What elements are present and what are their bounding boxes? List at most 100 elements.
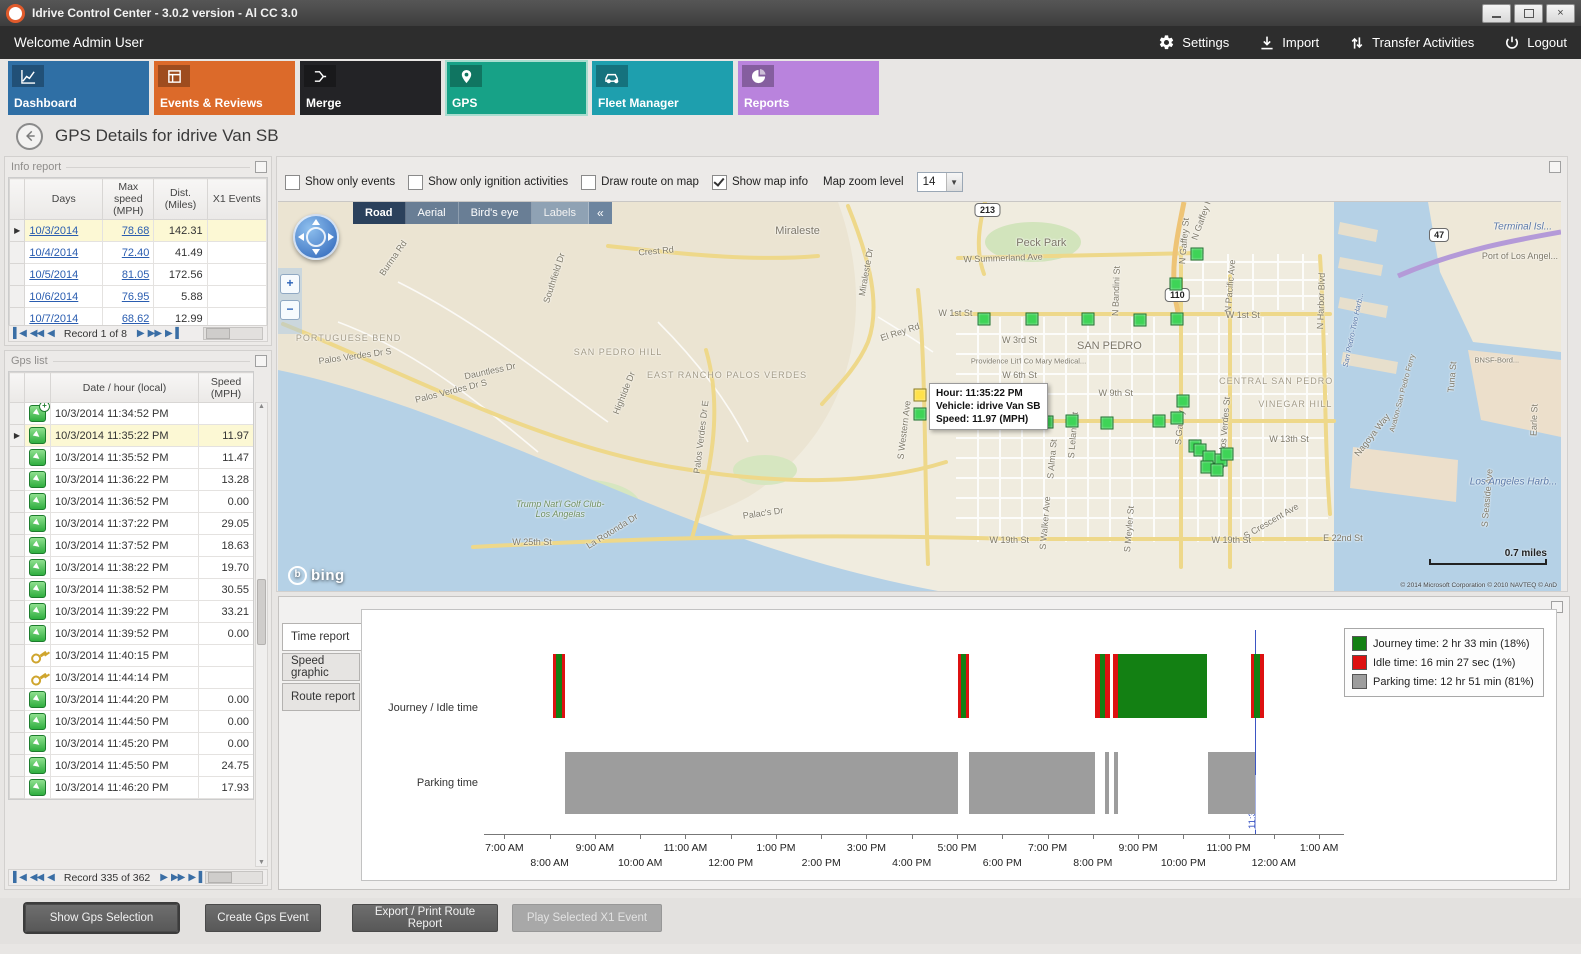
map-zoom-select[interactable]: 14▼ xyxy=(917,172,963,192)
compass-center[interactable] xyxy=(306,227,326,247)
tab-route-report[interactable]: Route report xyxy=(282,683,360,711)
selected-gps-marker[interactable] xyxy=(913,388,926,401)
panel-collapse-button[interactable] xyxy=(1549,161,1561,173)
day-link[interactable]: 10/4/2014 xyxy=(29,247,78,259)
column-header-datetime[interactable]: Date / hour (local) xyxy=(51,373,199,403)
info-report-row[interactable]: ▶10/3/201478.68142.31 xyxy=(10,220,267,242)
gps-marker[interactable] xyxy=(1221,448,1234,461)
pan-left-icon[interactable] xyxy=(298,233,304,241)
tab-time-report[interactable]: Time report xyxy=(282,623,362,651)
gps-marker[interactable] xyxy=(1026,313,1039,326)
info-report-row[interactable]: 10/6/201476.955.88 xyxy=(10,286,267,308)
gps-marker[interactable] xyxy=(1171,313,1184,326)
tab-speed-graphic[interactable]: Speed graphic xyxy=(282,653,360,681)
max-speed-link[interactable]: 72.40 xyxy=(122,247,150,259)
gps-marker[interactable] xyxy=(913,408,926,421)
checkbox-box[interactable] xyxy=(285,175,300,190)
nav-next-icon[interactable]: ▶ xyxy=(137,328,144,339)
gps-marker[interactable] xyxy=(1170,278,1183,291)
pan-up-icon[interactable] xyxy=(312,219,320,225)
gps-list-row[interactable]: 10/3/2014 11:36:22 PM13.28 xyxy=(10,469,254,491)
gps-list-row[interactable]: 10/3/2014 11:40:15 PM xyxy=(10,645,254,667)
map-tab-labels[interactable]: Labels xyxy=(532,202,589,224)
gps-marker[interactable] xyxy=(1171,411,1184,424)
scrollbar-thumb[interactable] xyxy=(257,579,266,645)
map-canvas[interactable]: MiralestePeck ParkW Summerland AveCrest … xyxy=(278,201,1561,591)
horizontal-scrollbar[interactable] xyxy=(205,871,263,884)
panel-collapse-button[interactable] xyxy=(255,355,267,367)
gps-list-row[interactable]: 10/3/2014 11:44:50 PM0.00 xyxy=(10,711,254,733)
nav-next-page-icon[interactable]: ▶▶ xyxy=(148,328,161,339)
checkbox-box[interactable] xyxy=(581,175,596,190)
chevron-down-icon[interactable]: ▼ xyxy=(946,173,962,191)
checkbox-show-only-ignition[interactable]: Show only ignition activities xyxy=(408,175,568,190)
nav-first-icon[interactable]: ▌◀ xyxy=(13,872,26,883)
max-speed-link[interactable]: 81.05 xyxy=(122,269,150,281)
gps-list-row[interactable]: 10/3/2014 11:38:22 PM19.70 xyxy=(10,557,254,579)
nav-next-page-icon[interactable]: ▶▶ xyxy=(171,872,184,883)
tab-gps[interactable]: GPS xyxy=(446,61,587,115)
gps-list-row[interactable]: ▶10/3/2014 11:35:22 PM11.97 xyxy=(10,425,254,447)
gps-marker[interactable] xyxy=(1081,313,1094,326)
checkbox-box[interactable] xyxy=(712,175,727,190)
nav-next-icon[interactable]: ▶ xyxy=(160,872,167,883)
gps-list-row[interactable]: 10/3/2014 11:36:52 PM0.00 xyxy=(10,491,254,513)
nav-last-icon[interactable]: ▶▐ xyxy=(188,872,201,883)
gps-list-row[interactable]: 10/3/2014 11:39:22 PM33.21 xyxy=(10,601,254,623)
map-pan-compass[interactable] xyxy=(293,214,339,260)
create-gps-event-button[interactable]: Create Gps Event xyxy=(205,904,321,932)
nav-prev-page-icon[interactable]: ◀◀ xyxy=(30,328,43,339)
column-header-days[interactable]: Days xyxy=(25,179,103,220)
maximize-button[interactable] xyxy=(1514,4,1543,23)
day-link[interactable]: 10/5/2014 xyxy=(29,269,78,281)
back-button[interactable] xyxy=(16,123,43,150)
tab-merge[interactable]: Merge xyxy=(300,61,441,115)
gps-marker[interactable] xyxy=(1190,248,1203,261)
nav-prev-icon[interactable]: ◀ xyxy=(47,872,54,883)
tab-reports[interactable]: Reports xyxy=(738,61,879,115)
tab-dashboard[interactable]: Dashboard xyxy=(8,61,149,115)
info-report-row[interactable]: 10/5/201481.05172.56 xyxy=(10,264,267,286)
import-button[interactable]: Import xyxy=(1259,35,1319,51)
day-link[interactable]: 10/3/2014 xyxy=(29,225,78,237)
max-speed-link[interactable]: 76.95 xyxy=(122,291,150,303)
gps-list-row[interactable]: 10/3/2014 11:38:52 PM30.55 xyxy=(10,579,254,601)
export-print-route-report-button[interactable]: Export / Print Route Report xyxy=(352,904,498,932)
nav-last-icon[interactable]: ▶▐ xyxy=(165,328,178,339)
gps-list-row[interactable]: 10/3/2014 11:35:52 PM11.47 xyxy=(10,447,254,469)
checkbox-show-only-events[interactable]: Show only events xyxy=(285,175,395,190)
settings-button[interactable]: Settings xyxy=(1158,34,1229,51)
checkbox-show-map-info[interactable]: Show map info xyxy=(712,175,808,190)
horizontal-scrollbar[interactable] xyxy=(203,327,263,340)
column-header-max-speed[interactable]: Max speed (MPH) xyxy=(103,179,154,220)
map-tab-birds-eye[interactable]: Bird's eye xyxy=(459,202,532,224)
show-gps-selection-button[interactable]: Show Gps Selection xyxy=(25,904,178,932)
column-header-icon[interactable] xyxy=(25,373,51,403)
nav-prev-icon[interactable]: ◀ xyxy=(47,328,54,339)
gps-list-row[interactable]: 10/3/2014 11:37:22 PM29.05 xyxy=(10,513,254,535)
gps-marker[interactable] xyxy=(1066,415,1079,428)
gps-list-row[interactable]: 10/3/2014 11:44:14 PM xyxy=(10,667,254,689)
scroll-down-icon[interactable]: ▼ xyxy=(256,859,267,866)
close-button[interactable]: × xyxy=(1546,4,1575,23)
gps-list-row[interactable]: 10/3/2014 11:34:52 PM xyxy=(10,403,254,425)
gps-marker[interactable] xyxy=(1211,464,1224,477)
nav-prev-page-icon[interactable]: ◀◀ xyxy=(30,872,43,883)
checkbox-draw-route[interactable]: Draw route on map xyxy=(581,175,699,190)
column-header-dist[interactable]: Dist. (Miles) xyxy=(154,179,207,220)
gps-marker[interactable] xyxy=(1176,395,1189,408)
scrollbar-thumb[interactable] xyxy=(206,328,230,339)
vertical-scrollbar[interactable]: ▲▼ xyxy=(255,402,268,867)
gps-list-row[interactable]: 10/3/2014 11:45:50 PM24.75 xyxy=(10,755,254,777)
panel-collapse-button[interactable] xyxy=(255,161,267,173)
gps-marker[interactable] xyxy=(1134,313,1147,326)
map-tab-aerial[interactable]: Aerial xyxy=(406,202,459,224)
logout-button[interactable]: Logout xyxy=(1504,35,1567,51)
tab-events-reviews[interactable]: Events & Reviews xyxy=(154,61,295,115)
minimize-button[interactable] xyxy=(1482,4,1511,23)
map-tab-road[interactable]: Road xyxy=(353,202,406,224)
max-speed-link[interactable]: 68.62 xyxy=(122,313,150,325)
tab-fleet-manager[interactable]: Fleet Manager xyxy=(592,61,733,115)
checkbox-box[interactable] xyxy=(408,175,423,190)
gps-list-row[interactable]: 10/3/2014 11:44:20 PM0.00 xyxy=(10,689,254,711)
